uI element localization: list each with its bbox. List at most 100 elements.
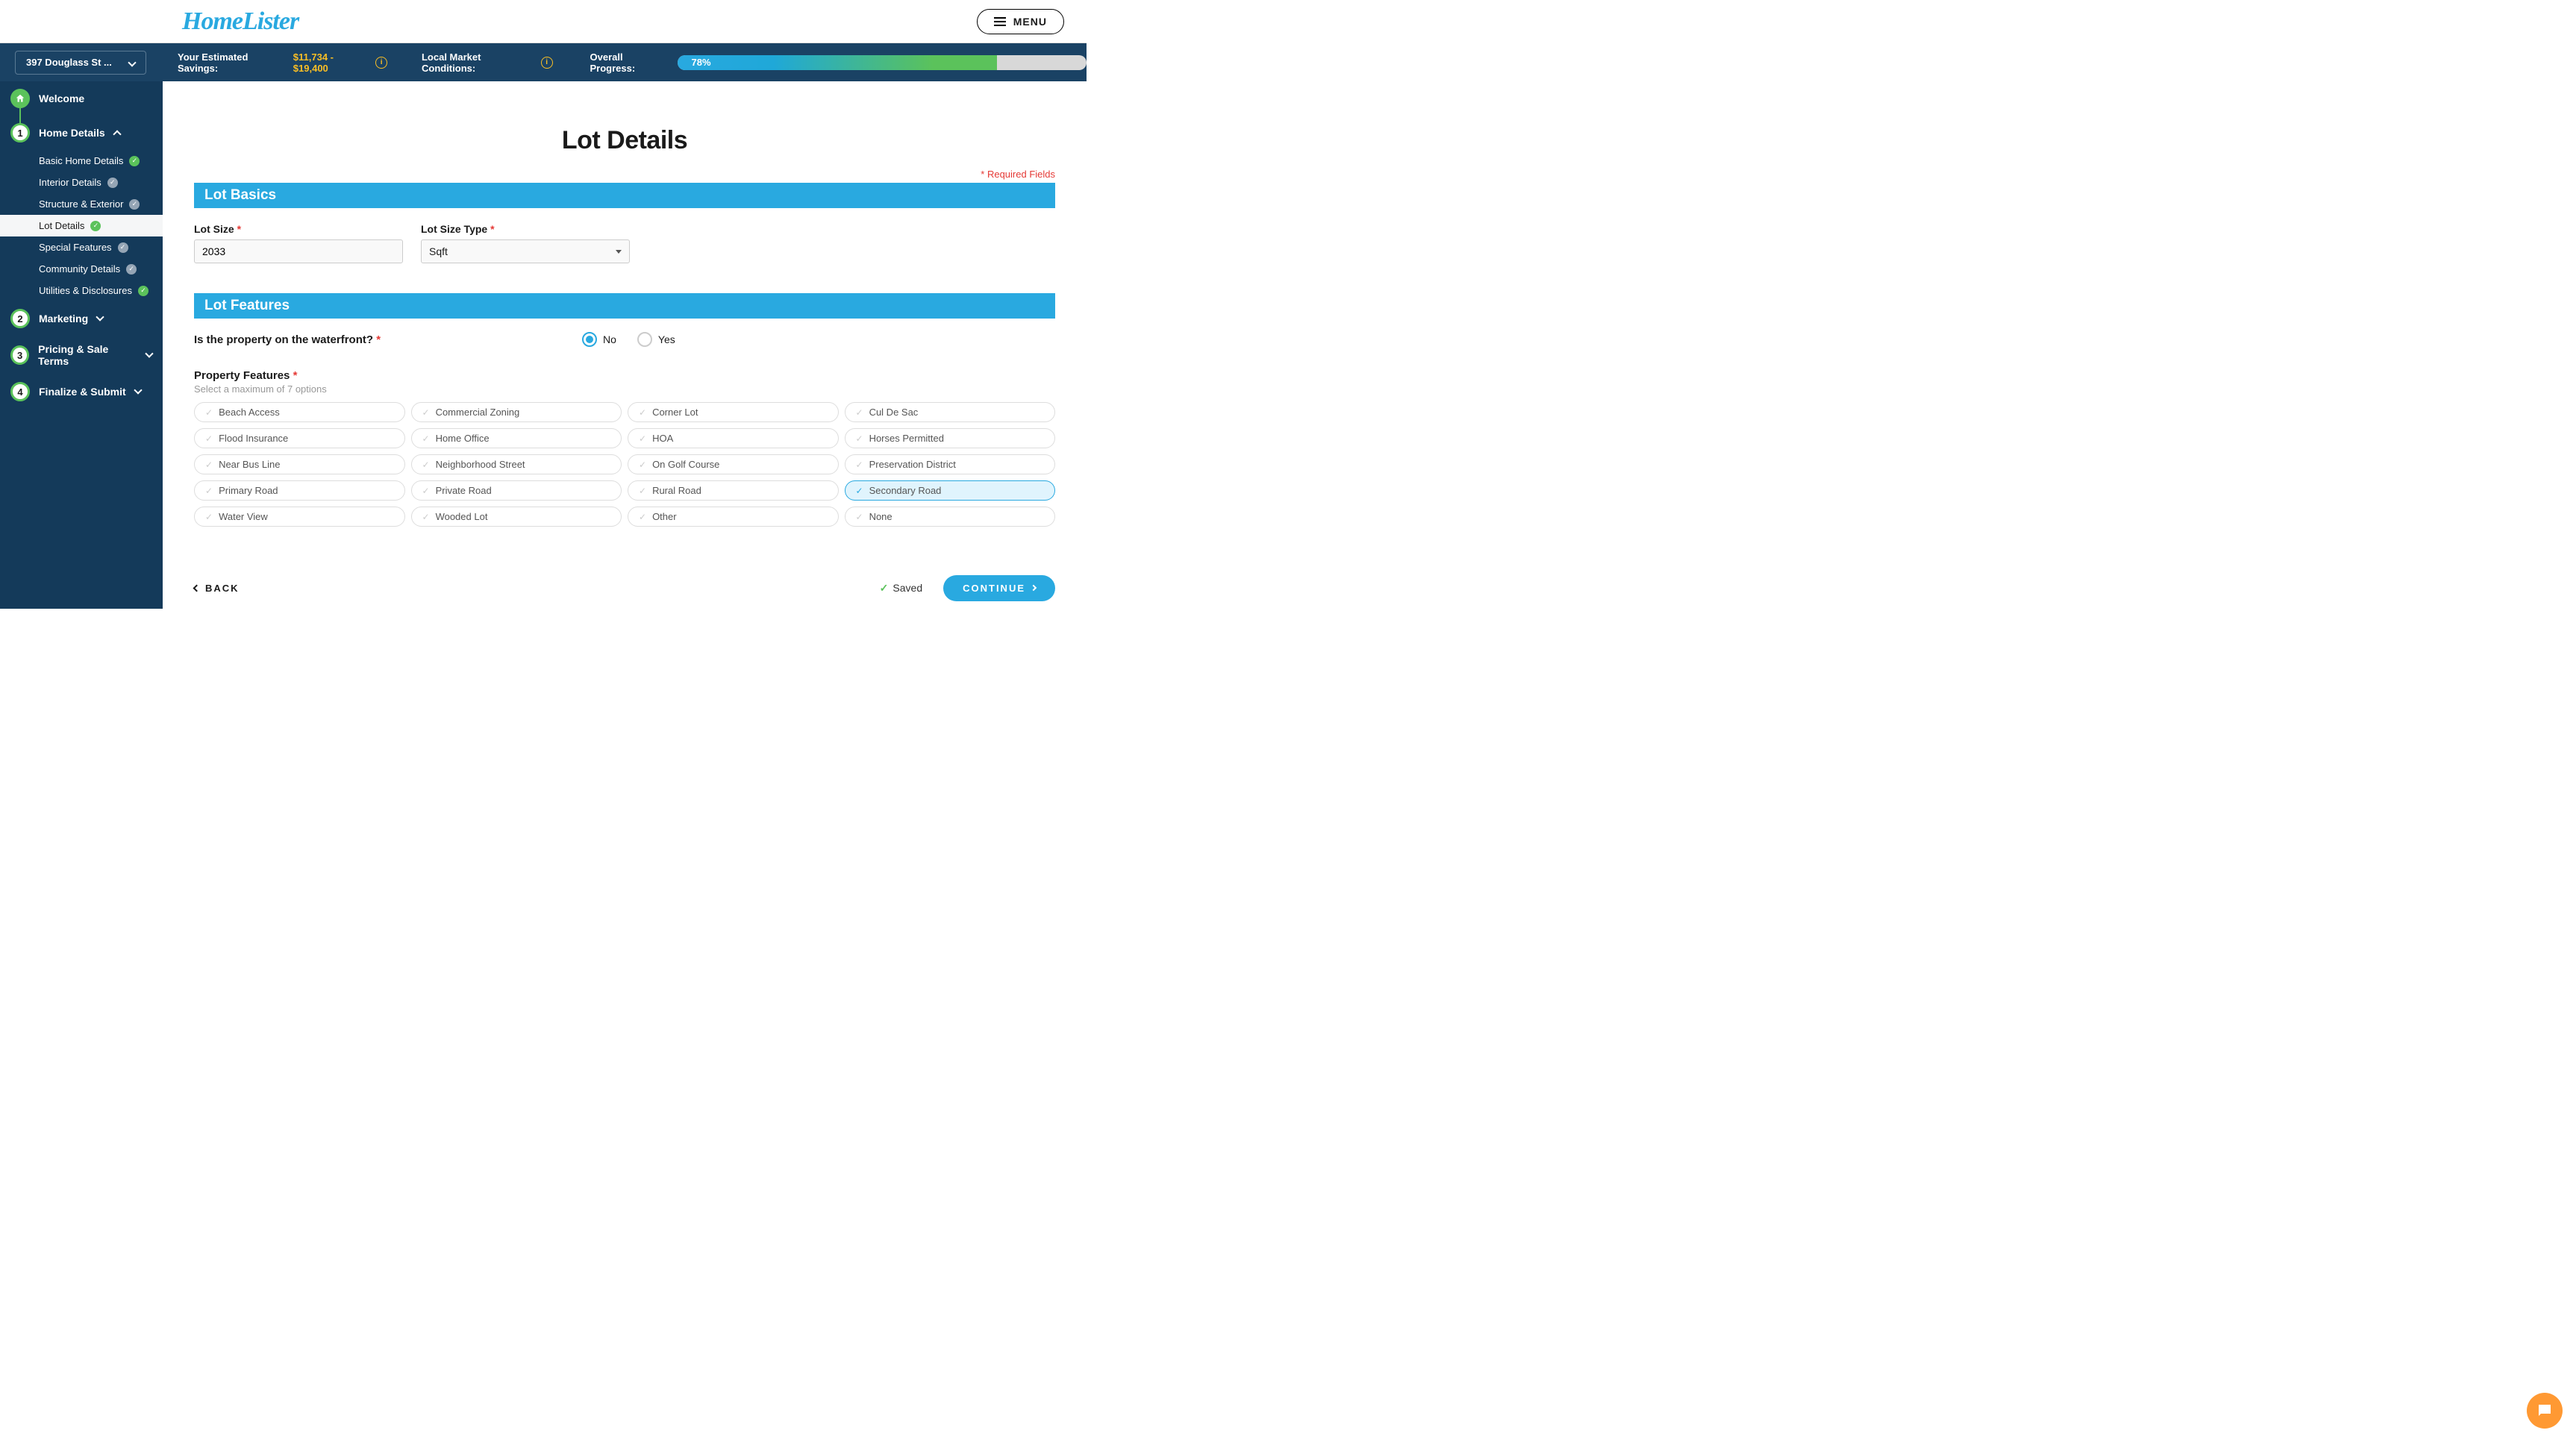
sidebar-sub-item[interactable]: Special Features ✓ — [0, 236, 163, 258]
section-header-basics: Lot Basics — [194, 183, 1055, 208]
sidebar-sub-item[interactable]: Community Details ✓ — [0, 258, 163, 280]
feature-chip[interactable]: ✓Rural Road — [628, 480, 839, 501]
status-bar: 397 Douglass St ... Your Estimated Savin… — [0, 43, 1087, 81]
sidebar-item-finalize[interactable]: 4 Finalize & Submit — [0, 374, 163, 409]
progress-fill: 78% — [678, 55, 996, 70]
sidebar-label: Finalize & Submit — [39, 386, 126, 398]
check-pending-icon: ✓ — [126, 264, 137, 275]
logo[interactable]: HomeLister — [182, 7, 298, 36]
feature-label: Corner Lot — [652, 407, 698, 418]
sidebar-sub-item[interactable]: Lot Details ✓ — [0, 215, 163, 236]
chat-icon — [2536, 1402, 2554, 1420]
radio-label: No — [603, 333, 616, 345]
chevron-down-icon — [128, 58, 136, 66]
check-icon: ✓ — [856, 433, 863, 444]
feature-label: Primary Road — [219, 485, 278, 496]
feature-chip[interactable]: ✓Wooded Lot — [411, 507, 622, 527]
topbar: HomeLister MENU — [0, 0, 1087, 43]
menu-label: MENU — [1013, 16, 1047, 28]
feature-label: Wooded Lot — [436, 511, 488, 522]
feature-chip[interactable]: ✓Preservation District — [845, 454, 1056, 474]
check-icon: ✓ — [422, 460, 430, 470]
lot-size-label: Lot Size * — [194, 223, 403, 235]
sidebar-label: Pricing & Sale Terms — [38, 343, 137, 367]
sidebar-item-pricing[interactable]: 3 Pricing & Sale Terms — [0, 336, 163, 374]
radio-no[interactable]: No — [582, 332, 616, 347]
section-header-features: Lot Features — [194, 293, 1055, 319]
hamburger-icon — [994, 17, 1006, 26]
sidebar-sub-item[interactable]: Structure & Exterior✓ — [0, 193, 163, 215]
main-content: Lot Details * Required Fields Lot Basics… — [163, 81, 1087, 609]
sidebar-sub-item[interactable]: Interior Details✓ — [0, 172, 163, 193]
lot-size-type-label: Lot Size Type * — [421, 223, 630, 235]
check-icon: ✓ — [639, 512, 646, 522]
feature-chip[interactable]: ✓Home Office — [411, 428, 622, 448]
check-icon: ✓ — [856, 486, 863, 496]
check-icon: ✓ — [639, 433, 646, 444]
lot-size-input[interactable] — [194, 239, 403, 263]
feature-chip[interactable]: ✓ Secondary Road — [845, 480, 1056, 501]
check-complete-icon: ✓ — [90, 221, 101, 231]
feature-label: Beach Access — [219, 407, 280, 418]
feature-chip[interactable]: ✓On Golf Course — [628, 454, 839, 474]
feature-chip[interactable]: ✓ Water View — [194, 507, 405, 527]
saved-label: Saved — [892, 582, 922, 594]
info-icon[interactable]: i — [541, 57, 553, 69]
feature-chip[interactable]: ✓Private Road — [411, 480, 622, 501]
form-row-lot-size: Lot Size * Lot Size Type * Sqft — [194, 223, 1055, 263]
lot-size-type-select[interactable]: Sqft — [421, 239, 630, 263]
back-button[interactable]: BACK — [194, 583, 240, 594]
feature-chip[interactable]: ✓Beach Access — [194, 402, 405, 422]
step-badge: 3 — [10, 345, 29, 365]
feature-label: Secondary Road — [869, 485, 942, 496]
feature-chip[interactable]: ✓Corner Lot — [628, 402, 839, 422]
address-selector[interactable]: 397 Douglass St ... — [15, 51, 146, 75]
sidebar-sub-label: Community Details — [39, 263, 120, 275]
sidebar: Welcome 1 Home Details Basic Home Detail… — [0, 81, 163, 609]
feature-label: Flood Insurance — [219, 433, 288, 444]
radio-yes[interactable]: Yes — [637, 332, 675, 347]
sidebar-sub-label: Lot Details — [39, 220, 84, 231]
check-icon: ✓ — [205, 512, 213, 522]
check-icon: ✓ — [205, 486, 213, 496]
feature-chip[interactable]: ✓ Horses Permitted — [845, 428, 1056, 448]
feature-chip[interactable]: ✓ Other — [628, 507, 839, 527]
feature-chip[interactable]: ✓Commercial Zoning — [411, 402, 622, 422]
progress-pct: 78% — [691, 57, 710, 68]
continue-button[interactable]: CONTINUE — [943, 575, 1055, 601]
local-market-label: Local Market Conditions: — [422, 51, 535, 74]
sidebar-sub-label: Basic Home Details — [39, 155, 123, 166]
feature-chip[interactable]: ✓ Primary Road — [194, 480, 405, 501]
check-pending-icon: ✓ — [118, 242, 128, 253]
menu-button[interactable]: MENU — [977, 9, 1064, 34]
property-features-grid: ✓Beach Access✓Commercial Zoning✓Corner L… — [194, 402, 1055, 527]
feature-label: Water View — [219, 511, 268, 522]
sidebar-item-home-details[interactable]: 1 Home Details — [0, 116, 163, 150]
sidebar-sub-item[interactable]: Utilities & Disclosures✓ — [0, 280, 163, 301]
check-icon: ✓ — [856, 460, 863, 470]
feature-chip[interactable]: ✓Cul De Sac — [845, 402, 1056, 422]
footer-right: ✓ Saved CONTINUE — [880, 575, 1055, 601]
check-pending-icon: ✓ — [129, 199, 140, 210]
feature-chip[interactable]: ✓None — [845, 507, 1056, 527]
feature-label: Cul De Sac — [869, 407, 919, 418]
chevron-down-icon — [134, 386, 142, 394]
feature-label: Other — [652, 511, 677, 522]
feature-chip[interactable]: ✓HOA — [628, 428, 839, 448]
sidebar-sub-item[interactable]: Basic Home Details✓ — [0, 150, 163, 172]
sidebar-item-marketing[interactable]: 2 Marketing — [0, 301, 163, 336]
feature-chip[interactable]: ✓Near Bus Line — [194, 454, 405, 474]
chat-button[interactable] — [2527, 1393, 2563, 1429]
feature-label: None — [869, 511, 892, 522]
feature-label: Horses Permitted — [869, 433, 944, 444]
feature-chip[interactable]: ✓Flood Insurance — [194, 428, 405, 448]
info-icon[interactable]: i — [375, 57, 387, 69]
sidebar-sub-label: Special Features — [39, 242, 112, 253]
sidebar-sub-label: Utilities & Disclosures — [39, 285, 132, 296]
feature-label: Private Road — [436, 485, 492, 496]
chevron-right-icon — [1031, 585, 1037, 591]
feature-chip[interactable]: ✓ Neighborhood Street — [411, 454, 622, 474]
sidebar-item-welcome[interactable]: Welcome — [0, 81, 163, 116]
feature-label: Neighborhood Street — [436, 459, 525, 470]
savings-value: $11,734 - $19,400 — [293, 51, 370, 74]
